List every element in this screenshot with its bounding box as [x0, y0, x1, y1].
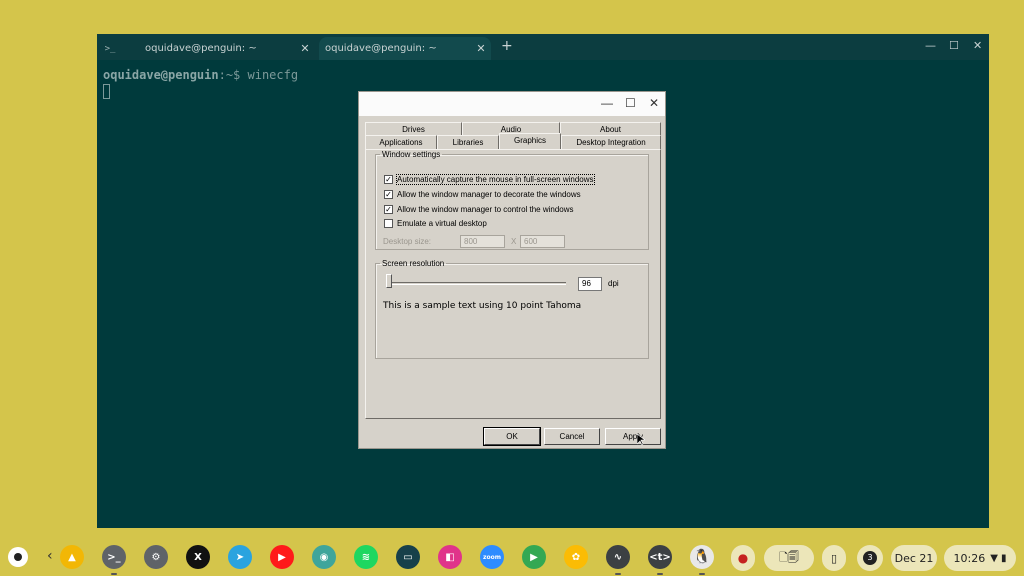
checkbox-label: Automatically capture the mouse in full-… [396, 174, 595, 185]
checkbox-box[interactable]: ✓ [384, 175, 393, 184]
maximize-button[interactable]: ☐ [949, 39, 959, 52]
holding-space-button[interactable]: 🗋 🗐 [764, 545, 814, 571]
terminal-tab-1[interactable]: >_ oquidave@penguin: ~ ✕ [97, 37, 315, 60]
file-icon: 🗋 [779, 550, 788, 564]
dialog-maximize-button[interactable]: ☐ [625, 96, 636, 110]
window-settings-group: Window settings ✓ Automatically capture … [375, 150, 649, 250]
sample-text: This is a sample text using 10 point Tah… [383, 301, 582, 311]
terminal-cursor [103, 84, 110, 99]
capture-mouse-checkbox[interactable]: ✓ Automatically capture the mouse in ful… [384, 174, 595, 185]
shelf-app-penguin-icon[interactable]: 🐧 [690, 545, 714, 569]
apply-button[interactable]: Apply [605, 428, 661, 445]
prompt-line: oquidave@penguin:~$ winecfg [103, 68, 983, 82]
cancel-button[interactable]: Cancel [544, 428, 600, 445]
prompt-user: oquidave@penguin [103, 68, 219, 82]
control-windows-checkbox[interactable]: ✓ Allow the window manager to control th… [384, 205, 574, 214]
close-icon[interactable]: ✕ [295, 42, 315, 55]
ok-button[interactable]: OK [483, 427, 541, 446]
shelf-app-activity-icon[interactable]: ∿ [606, 545, 630, 569]
tab-row-2: Applications Libraries Graphics Desktop … [365, 133, 661, 149]
date-button[interactable]: Dec 21 [891, 545, 937, 571]
checkbox-label: Allow the window manager to control the … [397, 205, 574, 214]
screen-record-button[interactable]: ● [731, 545, 755, 571]
shelf-app-terminal-icon[interactable]: >_ [102, 545, 126, 569]
notification-button[interactable]: 3 [857, 545, 883, 571]
shelf-app-youtube-icon[interactable]: ▶ [270, 545, 294, 569]
shelf-app-settings-icon[interactable]: ⚙ [144, 545, 168, 569]
dialog-minimize-button[interactable]: — [601, 96, 613, 110]
screen-resolution-group: Screen resolution 96 dpi This is a sampl… [375, 259, 649, 359]
terminal-prompt-icon: >_ [104, 43, 116, 54]
checkbox-box[interactable]: ✓ [384, 190, 393, 199]
tab-libraries[interactable]: Libraries [437, 135, 499, 149]
tab-graphics[interactable]: Graphics [499, 133, 561, 149]
terminal-tab-2[interactable]: oquidave@penguin: ~ ✕ [319, 37, 491, 60]
phone-hub-button[interactable]: ▯ [822, 545, 846, 571]
dialog-title-bar: — ☐ ✕ [359, 92, 665, 116]
new-tab-button[interactable]: + [501, 38, 513, 54]
wifi-icon: ▼ [990, 552, 998, 564]
graphics-panel: Window settings ✓ Automatically capture … [365, 149, 661, 419]
group-title: Screen resolution [382, 259, 445, 268]
date-text: Dec 21 [894, 551, 934, 565]
checkbox-label: Allow the window manager to decorate the… [397, 190, 581, 199]
tab-title: oquidave@penguin: ~ [325, 43, 437, 54]
launcher-button[interactable] [8, 547, 28, 567]
decorate-windows-checkbox[interactable]: ✓ Allow the window manager to decorate t… [384, 190, 581, 199]
screenshots-icon: 🗐 [787, 550, 799, 564]
shelf-app-photos-icon[interactable]: ✿ [564, 545, 588, 569]
minimize-button[interactable]: — [925, 39, 936, 52]
shelf-app-screencast-icon[interactable]: ▭ [396, 545, 420, 569]
dpi-slider-track[interactable] [388, 282, 566, 285]
running-indicator [615, 573, 621, 575]
command-text: winecfg [247, 68, 299, 82]
running-indicator [699, 573, 705, 575]
status-area[interactable]: 10:26 ▼ ▮ [944, 545, 1016, 571]
shelf-app-x-icon[interactable]: X [186, 545, 210, 569]
battery-icon: ▮ [1000, 552, 1007, 564]
checkbox-box[interactable]: ✓ [384, 205, 393, 214]
winecfg-dialog: — ☐ ✕ Drives Audio About Applications Li… [358, 91, 666, 449]
tab-title: oquidave@penguin: ~ [145, 43, 257, 54]
phone-icon: ▯ [830, 551, 838, 565]
shelf-app-drive-icon[interactable]: ▲ [60, 545, 84, 569]
shelf-app-play-store-icon[interactable]: ▶ [522, 545, 546, 569]
shelf-app-spotify-icon[interactable]: ≋ [354, 545, 378, 569]
dpi-input[interactable]: 96 [578, 277, 602, 291]
running-indicator [111, 573, 117, 575]
shelf-app-code-icon[interactable]: <t> [648, 545, 672, 569]
desktop-height-input[interactable]: 600 [520, 235, 565, 248]
dialog-close-button[interactable]: ✕ [649, 96, 659, 110]
tab-about[interactable]: About [560, 122, 661, 136]
shelf-app-zoom-icon[interactable]: zoom [480, 545, 504, 569]
shelf: ‹ ▲ >_ ⚙ X ➤ ▶ ◉ ≋ ▭ ◧ zoom ▶ ✿ ∿ <t> 🐧 ● 🗋 🗐 ▯ 3 Dec 21… [0, 540, 1024, 576]
checkbox-label: Emulate a virtual desktop [397, 219, 487, 228]
close-window-button[interactable]: ✕ [973, 39, 982, 52]
tab-drives[interactable]: Drives [365, 122, 462, 136]
dpi-slider-thumb[interactable] [386, 274, 392, 288]
desktop-size-label: Desktop size: [383, 237, 432, 246]
running-indicator [657, 573, 663, 575]
close-icon[interactable]: ✕ [471, 42, 491, 55]
mouse-cursor-icon [637, 434, 645, 446]
record-icon: ● [737, 551, 749, 565]
size-separator: X [511, 237, 517, 246]
desktop-width-input[interactable]: 800 [460, 235, 505, 248]
virtual-desktop-checkbox[interactable]: Emulate a virtual desktop [384, 219, 487, 228]
dpi-unit-label: dpi [608, 279, 619, 288]
checkbox-box[interactable] [384, 219, 393, 228]
tab-applications[interactable]: Applications [365, 135, 437, 149]
chevron-left-icon[interactable]: ‹ [47, 548, 53, 564]
shelf-app-telegram-icon[interactable]: ➤ [228, 545, 252, 569]
time-text: 10:26 [953, 551, 986, 565]
terminal-tab-bar: >_ oquidave@penguin: ~ ✕ oquidave@pengui… [97, 34, 989, 60]
tab-desktop-integration[interactable]: Desktop Integration [561, 135, 661, 149]
shelf-app-app-icon[interactable]: ◧ [438, 545, 462, 569]
group-title: Window settings [382, 150, 441, 159]
shelf-app-app-icon[interactable]: ◉ [312, 545, 336, 569]
notification-count: 3 [863, 551, 877, 565]
prompt-path: :~$ [218, 68, 248, 82]
